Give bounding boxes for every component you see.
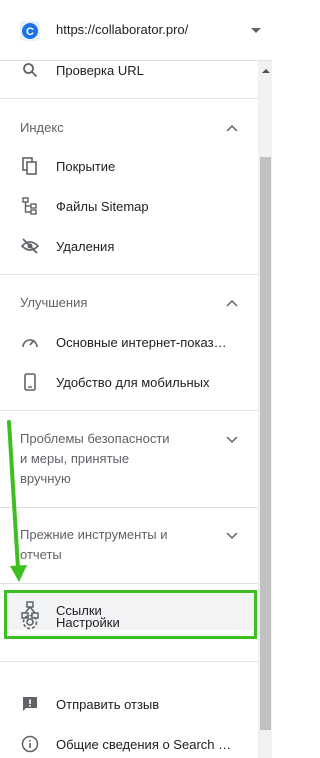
nav-item-label: Файлы Sitemap [56,199,149,214]
sitemap-icon [20,196,40,216]
dropdown-caret-icon [251,28,261,33]
scrollbar-thumb[interactable] [260,157,271,730]
section-title-line: Проблемы безопасности [20,431,170,446]
nav-item-label: Проверка URL [56,63,144,78]
divider [0,507,258,508]
nav-item-feedback[interactable]: Отправить отзыв [0,694,258,716]
removals-icon [20,236,40,256]
nav-item-label: Покрытие [56,159,116,174]
chevron-down-icon [226,436,238,444]
chevron-up-icon [226,124,238,132]
logo-letter: C [26,26,34,38]
chevron-down-icon [226,532,238,540]
divider [0,583,258,584]
divider [0,274,258,275]
divider [0,98,258,99]
section-title-line: и меры, принятые [20,451,130,466]
info-icon [20,734,40,754]
nav-item-sitemaps[interactable]: Файлы Sitemap [0,196,258,218]
section-title: Индекс [20,120,64,135]
nav-item-label: Удаления [56,239,115,254]
property-selector[interactable]: C https://collaborator.pro/ [0,0,272,61]
section-title-line: вручную [20,471,71,486]
nav-item-mobile-usability[interactable]: Удобство для мобильных [0,372,258,394]
nav-item-about[interactable]: Общие сведения о Search Console [0,734,258,756]
speed-gauge-icon [20,332,40,352]
nav-item-removals[interactable]: Удаления [0,236,258,258]
search-icon [20,60,40,80]
nav-item-coverage[interactable]: Покрытие [0,156,258,178]
nav-item-label: Общие сведения о Search Console [56,737,232,752]
divider [0,410,258,411]
section-title-line: Прежние инструменты и [20,527,168,542]
property-url: https://collaborator.pro/ [56,22,189,37]
nav-item-core-web-vitals[interactable]: Основные интернет-показатели [0,332,258,354]
section-title: Улучшения [20,295,88,310]
sidebar-panel: Проверка URL Индекс Покрытие Файлы Sitem… [0,0,258,758]
nav-item-label: Удобство для мобильных [56,375,210,390]
highlight-box [4,590,257,639]
scroll-up-arrow-icon[interactable] [262,69,270,73]
divider [0,661,258,662]
coverage-icon [20,156,40,176]
nav-item-label: Основные интернет-показатели [56,335,232,350]
chevron-up-icon [226,299,238,307]
nav-item-label: Отправить отзыв [56,697,160,712]
section-title-line: отчеты [20,547,62,562]
nav-item-inspect-url[interactable]: Проверка URL [0,60,258,82]
feedback-icon [20,694,40,714]
collaborator-logo-icon: C [20,21,40,41]
mobile-icon [20,372,40,392]
